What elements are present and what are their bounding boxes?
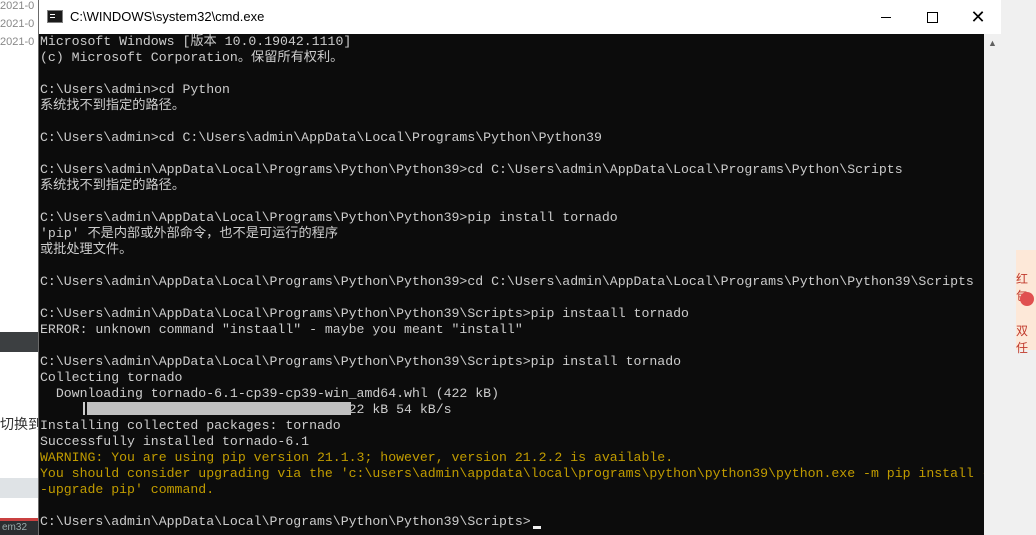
console-line: C:\Users\admin\AppData\Local\Programs\Py… — [40, 514, 531, 529]
console-line: Microsoft Windows [版本 10.0.19042.1110] — [40, 34, 352, 49]
scroll-up-arrow-icon[interactable]: ▲ — [984, 34, 1001, 51]
console-line: Collecting tornado — [40, 370, 183, 385]
console-line: C:\Users\admin\AppData\Local\Programs\Py… — [40, 210, 618, 225]
console-line: C:\Users\admin\AppData\Local\Programs\Py… — [40, 306, 689, 321]
console-output[interactable]: C:\Users\admin\AppData\Local\Programs\Py… — [39, 34, 984, 535]
console-cursor — [532, 526, 541, 529]
cmd-window[interactable]: C:\WINDOWS\system32\cmd.exe ✕ C:\Users\a… — [38, 0, 1001, 535]
console-line: (c) Microsoft Corporation。保留所有权利。 — [40, 50, 344, 65]
console-line: 或批处理文件。 — [40, 242, 133, 257]
vertical-scrollbar[interactable]: ▲ — [984, 34, 1001, 535]
background-m32-text: em32 — [2, 522, 28, 533]
maximize-icon — [926, 11, 938, 23]
background-window-left — [0, 0, 40, 535]
console-line: -upgrade pip' command. — [40, 482, 215, 497]
background-gray-strip — [0, 478, 40, 498]
minimize-button[interactable] — [863, 0, 909, 34]
title-bar[interactable]: C:\WINDOWS\system32\cmd.exe ✕ — [39, 0, 1001, 34]
progress-bar-start-marker — [83, 402, 85, 415]
console-line: C:\Users\admin\AppData\Local\Programs\Py… — [40, 162, 903, 177]
console-line: 系统找不到指定的路径。 — [40, 178, 186, 193]
background-date-1: 2021-0 — [0, 0, 35, 12]
scroll-thumb[interactable] — [986, 51, 999, 53]
close-icon: ✕ — [970, 7, 986, 27]
console-line: C:\Users\admin>cd C:\Users\admin\AppData… — [40, 130, 602, 145]
maximize-button[interactable] — [909, 0, 955, 34]
cmd-app-icon[interactable] — [47, 10, 63, 23]
background-date-2: 2021-0 — [0, 18, 35, 30]
background-date-3: 2021-0 — [0, 36, 35, 48]
console-line: C:\Users\admin\AppData\Local\Programs\Py… — [40, 274, 974, 289]
console-line: You should consider upgrading via the 'c… — [40, 466, 984, 481]
background-promo-dot — [1020, 292, 1034, 306]
close-button[interactable]: ✕ — [955, 0, 1001, 34]
console-line: 系统找不到指定的路径。 — [40, 98, 186, 113]
download-progress-bar — [87, 402, 351, 415]
download-progress-fill — [87, 402, 351, 415]
console-line: C:\Users\admin\AppData\Local\Programs\Py… — [40, 354, 682, 369]
console-line: Successfully installed tornado-6.1 — [40, 434, 310, 449]
console-line: Installing collected packages: tornado — [40, 418, 341, 433]
background-dark-strip — [0, 332, 40, 352]
console-line: C:\Users\admin>cd Python — [40, 82, 230, 97]
console-line: ERROR: unknown command "instaall" - mayb… — [40, 322, 523, 337]
minimize-icon — [881, 16, 891, 18]
background-promo-text-2: 双任 — [1016, 324, 1029, 355]
background-switch-text: 切换到 — [0, 416, 42, 432]
console-line: 'pip' 不是内部或外部命令，也不是可运行的程序 — [40, 226, 339, 241]
window-title: C:\WINDOWS\system32\cmd.exe — [70, 9, 265, 24]
console-line: WARNING: You are using pip version 21.1.… — [40, 450, 674, 465]
console-line: Downloading tornado-6.1-cp39-cp39-win_am… — [40, 386, 499, 401]
